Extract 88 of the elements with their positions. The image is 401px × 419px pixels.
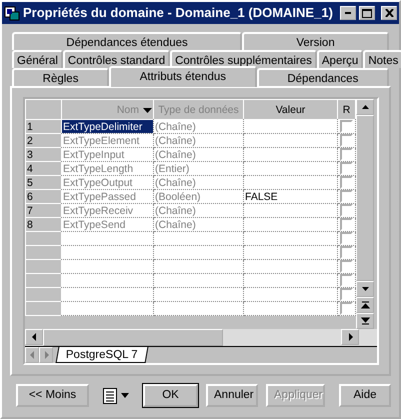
row-header[interactable]: 6 bbox=[26, 190, 62, 204]
checkbox[interactable] bbox=[340, 288, 353, 300]
column-header[interactable]: R bbox=[338, 100, 356, 120]
minimize-icon bbox=[345, 12, 352, 14]
close-button[interactable] bbox=[381, 6, 397, 20]
checkbox[interactable] bbox=[340, 246, 353, 258]
table-cell: FALSE bbox=[244, 190, 338, 204]
scroll-left-button[interactable] bbox=[25, 329, 43, 345]
tab[interactable]: Attributs étendus bbox=[109, 66, 257, 87]
left-arrow-icon bbox=[30, 333, 38, 341]
checkbox[interactable] bbox=[340, 162, 353, 174]
minimize-button[interactable] bbox=[340, 6, 356, 20]
table-cell: (Chaîne) bbox=[154, 204, 244, 218]
row-header[interactable]: 4 bbox=[26, 162, 62, 176]
scroll-right-button[interactable] bbox=[341, 329, 359, 345]
app-icon bbox=[4, 5, 20, 21]
table-cell[interactable]: ExtTypeDelimiter bbox=[62, 120, 154, 134]
window-title: Propriétés du domaine - Domaine_1 (DOMAINE_1) bbox=[23, 4, 334, 22]
table-cell: (Chaîne) bbox=[154, 218, 244, 232]
caret-icon bbox=[121, 393, 129, 398]
row-header[interactable]: 8 bbox=[26, 218, 62, 232]
scroll-bottom-button[interactable] bbox=[356, 313, 374, 329]
tab[interactable]: Dépendances étendues bbox=[12, 32, 242, 50]
checkbox[interactable] bbox=[340, 302, 353, 314]
checkbox[interactable] bbox=[340, 134, 353, 146]
checkbox[interactable] bbox=[340, 232, 353, 244]
maximize-icon bbox=[362, 8, 372, 18]
list-icon bbox=[103, 388, 117, 404]
sheet-prev-button[interactable] bbox=[25, 347, 39, 363]
tab[interactable]: Contrôles standard bbox=[62, 50, 170, 68]
row-header[interactable] bbox=[26, 260, 62, 274]
row-header[interactable] bbox=[26, 302, 62, 316]
last-arrow-icon bbox=[360, 317, 370, 325]
row-header[interactable]: 3 bbox=[26, 148, 62, 162]
tab[interactable]: Général bbox=[12, 50, 63, 68]
table-cell[interactable]: ExtTypeInput bbox=[62, 148, 154, 162]
down-arrow-icon bbox=[360, 285, 370, 293]
table-cell: (Booléen) bbox=[154, 190, 244, 204]
scroll-up-button[interactable] bbox=[356, 99, 374, 115]
table-cell: (Chaîne) bbox=[154, 120, 244, 134]
corner-cell bbox=[26, 100, 62, 120]
table-cell[interactable]: ExtTypePassed bbox=[62, 190, 154, 204]
row-header[interactable]: 2 bbox=[26, 134, 62, 148]
maximize-button[interactable] bbox=[359, 6, 376, 20]
row-header[interactable] bbox=[26, 246, 62, 260]
scrollbar-thumb[interactable] bbox=[43, 329, 223, 346]
checkbox[interactable] bbox=[340, 148, 353, 160]
checkbox[interactable] bbox=[340, 190, 353, 202]
table-cell[interactable]: ExtTypeLength bbox=[62, 162, 154, 176]
column-header[interactable]: Valeur bbox=[244, 100, 338, 120]
row-header[interactable] bbox=[26, 274, 62, 288]
table-cell[interactable]: ExtTypeOutput bbox=[62, 176, 154, 190]
table-cell: (Entier) bbox=[154, 162, 244, 176]
row-header[interactable] bbox=[26, 288, 62, 302]
button[interactable]: << Moins bbox=[16, 384, 89, 407]
sort-arrow-icon bbox=[143, 108, 152, 112]
scroll-down-button[interactable] bbox=[356, 281, 374, 297]
tab[interactable]: Notes bbox=[363, 50, 401, 68]
checkbox[interactable] bbox=[340, 218, 353, 230]
table-cell: (Chaîne) bbox=[154, 176, 244, 190]
button[interactable]: OK bbox=[143, 384, 198, 407]
tab[interactable]: Contrôles supplémentaires bbox=[170, 50, 317, 68]
close-icon bbox=[384, 9, 394, 17]
sheet-next-button[interactable] bbox=[39, 347, 53, 363]
up-arrow-icon bbox=[360, 103, 370, 111]
scroll-top-button[interactable] bbox=[356, 297, 374, 313]
table-cell: (Chaîne) bbox=[154, 134, 244, 148]
tab[interactable]: Règles bbox=[12, 68, 110, 86]
tab[interactable]: Version bbox=[242, 32, 390, 50]
button[interactable]: Annuler bbox=[206, 384, 258, 407]
checkbox[interactable] bbox=[340, 260, 353, 272]
table-cell[interactable]: ExtTypeSend bbox=[62, 218, 154, 232]
left-arrow-icon bbox=[28, 351, 36, 359]
first-arrow-icon bbox=[360, 301, 370, 309]
row-header[interactable] bbox=[26, 232, 62, 246]
tab[interactable]: Aperçu bbox=[316, 50, 364, 68]
row-header[interactable]: 7 bbox=[26, 204, 62, 218]
row-header[interactable]: 5 bbox=[26, 176, 62, 190]
checkbox[interactable] bbox=[340, 176, 353, 188]
checkbox[interactable] bbox=[340, 120, 353, 132]
row-header[interactable]: 1 bbox=[26, 120, 62, 134]
table-cell[interactable]: ExtTypeElement bbox=[62, 134, 154, 148]
table-cell[interactable]: ExtTypeReceiv bbox=[62, 204, 154, 218]
tab[interactable]: Dépendances bbox=[256, 68, 389, 86]
button[interactable]: Aide bbox=[339, 384, 391, 407]
checkbox[interactable] bbox=[340, 274, 353, 286]
checkbox[interactable] bbox=[340, 204, 353, 216]
table-cell: (Chaîne) bbox=[154, 148, 244, 162]
